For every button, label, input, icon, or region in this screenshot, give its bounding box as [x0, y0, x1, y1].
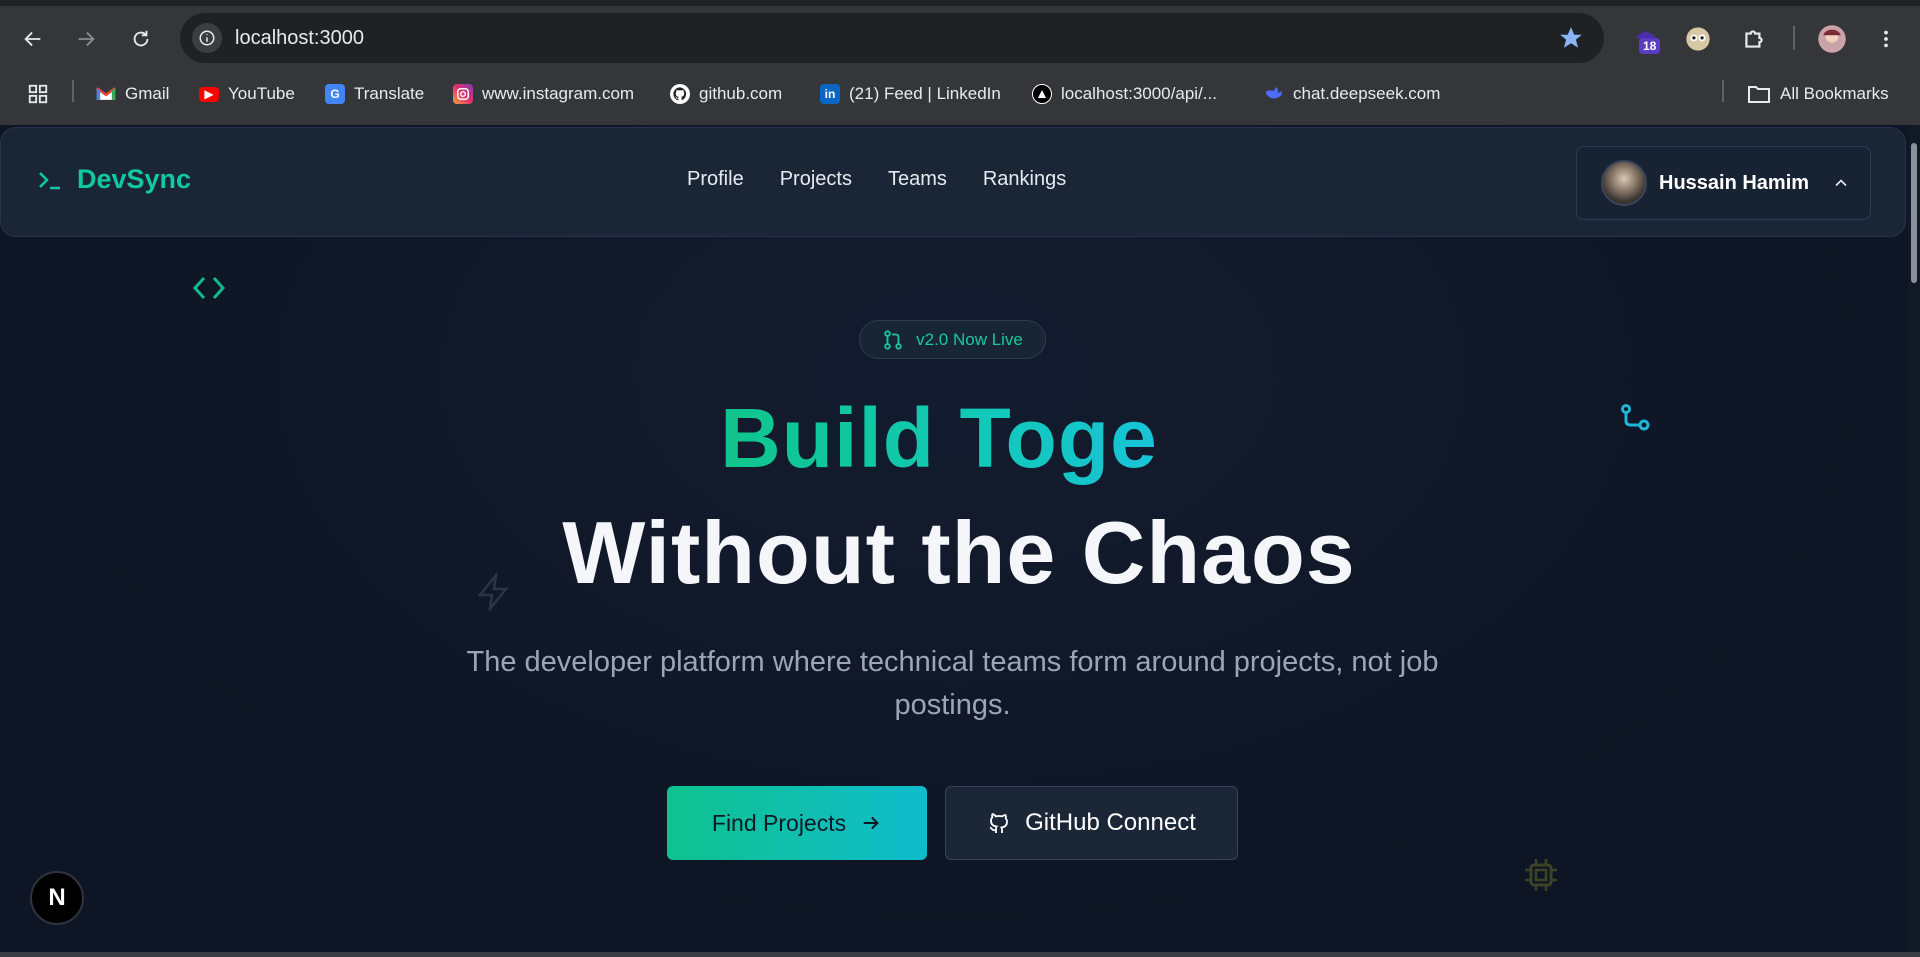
- deepseek-icon: [1264, 84, 1284, 104]
- vercel-icon: [1032, 84, 1052, 104]
- extension-badge: 18: [1639, 38, 1661, 54]
- more-menu-icon[interactable]: [1869, 22, 1903, 56]
- scrollbar-thumb[interactable]: [1911, 143, 1917, 283]
- forward-button[interactable]: [69, 22, 103, 56]
- bookmark-gmail[interactable]: Gmail: [96, 81, 169, 107]
- reload-button[interactable]: [124, 22, 158, 56]
- github-connect-button[interactable]: GitHub Connect: [945, 786, 1238, 860]
- nav-teams[interactable]: Teams: [888, 168, 947, 191]
- bookmark-label: Translate: [354, 84, 425, 103]
- main-nav: Profile Projects Teams Rankings: [687, 168, 1066, 191]
- page-scrollbar[interactable]: [1908, 125, 1920, 952]
- extension-owl-icon[interactable]: [1681, 22, 1715, 56]
- folder-icon: [1748, 86, 1770, 103]
- arrow-right-icon: [863, 816, 879, 830]
- all-bookmarks-folder[interactable]: All Bookmarks: [1747, 81, 1889, 107]
- hero-title-line-2: Without the Chaos: [562, 503, 1356, 602]
- bookmark-label: YouTube: [228, 84, 295, 103]
- back-arrow-icon: [24, 31, 41, 47]
- gmail-icon: [96, 84, 116, 104]
- github-icon: [670, 84, 690, 104]
- linkedin-icon: in: [820, 84, 840, 104]
- nextjs-logo-icon: N: [48, 884, 66, 911]
- hero-title-line-1: Build Toge: [0, 390, 1908, 487]
- hero-subtitle: The developer platform where technical t…: [466, 646, 1439, 721]
- user-name: Hussain Hamim: [1659, 171, 1810, 194]
- version-badge-label: v2.0 Now Live: [916, 329, 1023, 349]
- terminal-icon: [39, 171, 60, 189]
- bookmark-localhost-api[interactable]: localhost:3000/api/...: [1032, 81, 1217, 107]
- nav-projects[interactable]: Projects: [780, 168, 852, 191]
- instagram-icon: [453, 84, 473, 104]
- forward-arrow-icon: [78, 31, 95, 47]
- bookmark-label: localhost:3000/api/...: [1061, 84, 1217, 103]
- address-bar[interactable]: localhost:3000: [180, 13, 1604, 63]
- extensions-puzzle-icon[interactable]: [1737, 22, 1771, 56]
- brand-name: DevSync: [77, 164, 192, 194]
- site-info-icon[interactable]: [192, 23, 222, 53]
- youtube-icon: ▶: [199, 86, 219, 102]
- bookmarks-divider: [1722, 80, 1724, 102]
- chevron-up-icon: [1835, 179, 1847, 187]
- cpu-chip-icon: [1525, 859, 1557, 891]
- bookmark-youtube[interactable]: ▶ YouTube: [199, 81, 295, 107]
- bookmark-label: github.com: [699, 84, 783, 103]
- url-text[interactable]: localhost:3000: [235, 27, 364, 50]
- github-connect-label: GitHub Connect: [1025, 809, 1196, 836]
- bookmark-linkedin[interactable]: in (21) Feed | LinkedIn: [820, 81, 1001, 107]
- browser-chrome: localhost:3000 18 Gmail ▶ YouTube G Tran…: [0, 0, 1920, 125]
- bookmark-deepseek[interactable]: chat.deepseek.com: [1264, 81, 1440, 107]
- hero-title-gradient-text: Build Toge: [720, 391, 1158, 485]
- brand-logo[interactable]: DevSync: [37, 164, 191, 195]
- bookmark-github[interactable]: github.com: [670, 81, 782, 107]
- find-projects-button[interactable]: Find Projects: [667, 786, 927, 860]
- nextjs-dev-indicator[interactable]: N: [30, 871, 84, 925]
- tab-strip: [0, 0, 1920, 6]
- bookmark-label: Gmail: [125, 84, 170, 103]
- apps-grid-icon[interactable]: [27, 81, 49, 107]
- toolbar-divider: [1793, 26, 1795, 50]
- git-pull-request-icon: [884, 329, 902, 350]
- user-menu-button[interactable]: Hussain Hamim: [1576, 146, 1871, 220]
- bookmark-instagram[interactable]: www.instagram.com: [453, 81, 634, 107]
- find-projects-label: Find Projects: [711, 809, 847, 836]
- bookmark-label: chat.deepseek.com: [1293, 84, 1441, 103]
- profile-avatar-icon[interactable]: [1815, 22, 1849, 56]
- bookmark-star-icon[interactable]: [1558, 25, 1584, 56]
- bookmarks-bar: Gmail ▶ YouTube G Translate www.instagra…: [0, 76, 1920, 112]
- back-button[interactable]: [16, 22, 50, 56]
- version-badge[interactable]: v2.0 Now Live: [859, 320, 1046, 359]
- site-header: DevSync Profile Projects Teams Rankings …: [0, 127, 1906, 237]
- nav-rankings[interactable]: Rankings: [983, 168, 1066, 191]
- bookmark-label: www.instagram.com: [482, 84, 635, 103]
- github-icon: [989, 813, 1009, 833]
- bookmark-label: (21) Feed | LinkedIn: [849, 84, 1001, 103]
- bookmarks-divider: [72, 80, 74, 102]
- nav-profile[interactable]: Profile: [687, 168, 744, 191]
- reload-icon: [133, 30, 149, 47]
- all-bookmarks-label: All Bookmarks: [1780, 84, 1889, 103]
- code-brackets-icon: [192, 276, 226, 300]
- translate-icon: G: [325, 84, 345, 104]
- bookmark-translate[interactable]: G Translate: [325, 81, 424, 107]
- page-viewport: DevSync Profile Projects Teams Rankings …: [0, 125, 1908, 952]
- window-bottom-edge: [0, 952, 1920, 957]
- avatar: [1601, 160, 1647, 206]
